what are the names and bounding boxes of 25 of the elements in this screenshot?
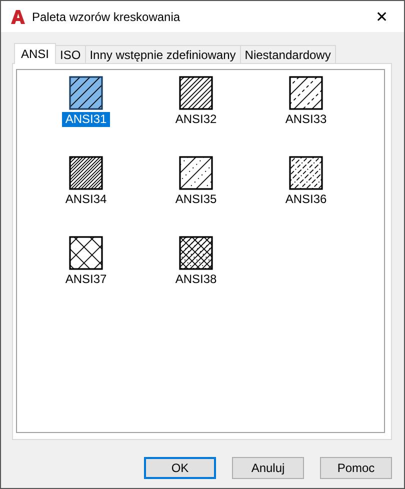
pattern-label[interactable]: ANSI32 — [172, 112, 220, 127]
pattern-label[interactable]: ANSI36 — [282, 192, 330, 207]
pattern-label[interactable]: ANSI37 — [62, 272, 110, 287]
pattern-label[interactable]: ANSI34 — [62, 192, 110, 207]
pattern-label[interactable]: ANSI31 — [62, 112, 110, 127]
hatch-swatch-icon[interactable] — [179, 236, 213, 270]
hatch-swatch-icon[interactable] — [69, 236, 103, 270]
dialog-button[interactable]: OK — [144, 457, 216, 479]
pattern-label[interactable]: ANSI33 — [282, 112, 330, 127]
dialog-button[interactable]: Anuluj — [232, 457, 304, 479]
dialog-button[interactable]: Pomoc — [320, 457, 392, 479]
app-logo-icon — [10, 8, 26, 24]
hatch-swatch-icon[interactable] — [69, 156, 103, 190]
window-title: Paleta wzorów kreskowania — [32, 10, 182, 24]
hatch-swatch-icon[interactable] — [179, 76, 213, 110]
hatch-swatch-icon[interactable] — [289, 156, 323, 190]
pattern-label[interactable]: ANSI38 — [172, 272, 220, 287]
hatch-swatch-icon[interactable] — [289, 76, 323, 110]
tab[interactable]: Inny wstępnie zdefiniowany — [84, 45, 241, 63]
tab[interactable]: ANSI — [14, 43, 56, 64]
pattern-label[interactable]: ANSI35 — [172, 192, 220, 207]
hatch-swatch-icon[interactable] — [69, 76, 103, 110]
tab[interactable]: Niestandardowy — [240, 45, 336, 63]
hatch-swatch-icon[interactable] — [179, 156, 213, 190]
close-button[interactable]: ✕ — [360, 1, 404, 32]
